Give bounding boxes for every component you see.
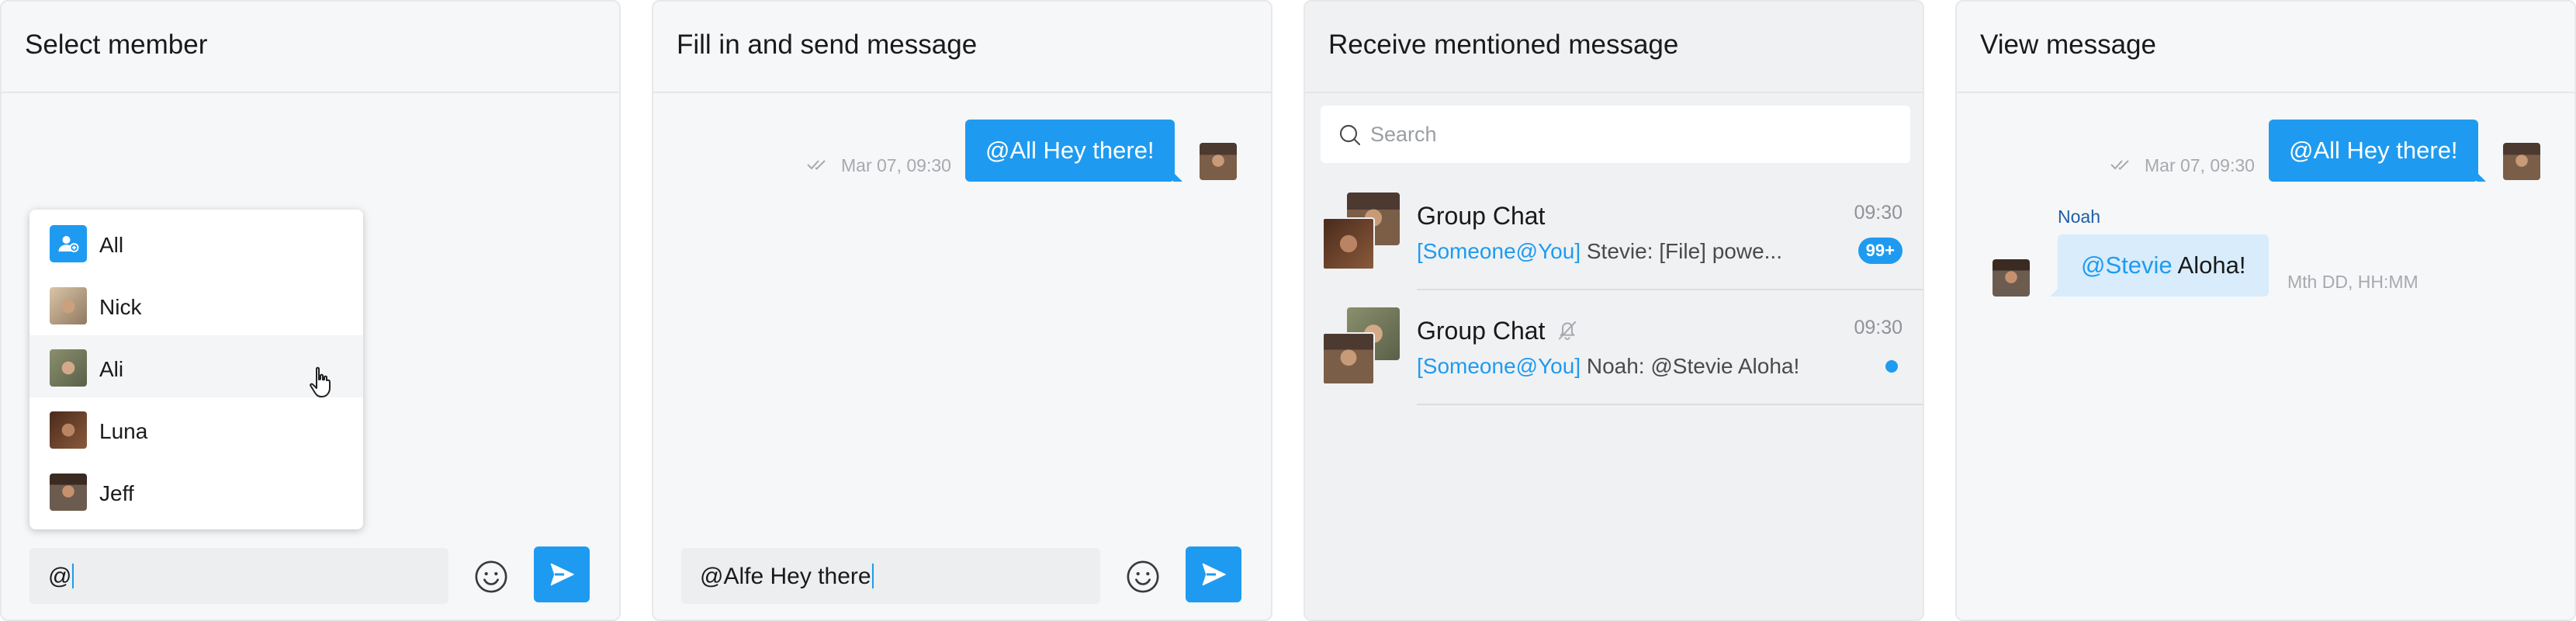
member-label: Jeff xyxy=(99,481,134,505)
received-message-bubble[interactable]: @Stevie Aloha! xyxy=(2049,234,2270,297)
search-placeholder: Search xyxy=(1370,123,1437,146)
avatar xyxy=(1993,259,2030,297)
divider xyxy=(653,92,1271,93)
group-avatar-front xyxy=(1322,332,1375,385)
avatar xyxy=(2503,143,2540,180)
avatar xyxy=(1200,143,1237,180)
text-caret xyxy=(871,564,874,588)
hand-cursor-icon xyxy=(310,366,331,397)
read-receipt-icon xyxy=(807,160,826,170)
fill-send-panel: Fill in and send message Mar 07, 09:30 @… xyxy=(652,0,1272,621)
message-text: Aloha! xyxy=(2172,252,2246,279)
panel-title: Select member xyxy=(25,29,208,60)
input-value: @Alfe Hey there xyxy=(700,564,871,589)
mention-tag: [Someone@You] xyxy=(1417,239,1581,263)
mute-icon xyxy=(1558,321,1577,340)
send-button[interactable] xyxy=(1186,546,1241,602)
unread-badge: 99+ xyxy=(1858,238,1903,264)
message-preview: Stevie: [File] powe... xyxy=(1581,239,1782,263)
message-time: Mth DD, HH:MM xyxy=(2287,272,2418,292)
conversation-item[interactable]: Group Chat [Someone@You] Stevie: [File] … xyxy=(1305,175,1923,290)
divider xyxy=(2,92,619,93)
select-member-panel: Select member All Nick Ali Luna Jeff @ xyxy=(0,0,621,621)
group-avatar-front xyxy=(1322,217,1375,270)
divider xyxy=(1305,92,1923,93)
input-value: @ xyxy=(48,564,72,589)
divider xyxy=(1957,92,2574,93)
conversation-item[interactable]: Group Chat [Someone@You] Noah: @Stevie A… xyxy=(1305,290,1923,405)
conversation-time: 09:30 xyxy=(1854,202,1903,224)
member-label: Ali xyxy=(99,357,124,381)
message-input[interactable]: @Alfe Hey there xyxy=(681,548,1100,604)
member-label: Nick xyxy=(99,295,142,319)
sent-message-bubble[interactable]: @All Hey there! xyxy=(2269,120,2486,182)
read-receipt-icon xyxy=(2110,160,2129,170)
view-message-panel: View message Mar 07, 09:30 @All Hey ther… xyxy=(1955,0,2576,621)
member-label: Luna xyxy=(99,419,148,443)
avatar xyxy=(50,474,87,511)
send-icon xyxy=(1202,563,1226,586)
divider xyxy=(1417,404,1923,405)
avatar xyxy=(50,411,87,449)
avatar xyxy=(50,349,87,387)
search-icon xyxy=(1339,124,1361,146)
member-option-nick[interactable]: Nick xyxy=(29,273,363,335)
emoji-icon[interactable] xyxy=(1125,559,1161,595)
receive-panel: Receive mentioned message Search Group C… xyxy=(1304,0,1924,621)
unread-dot xyxy=(1885,360,1898,373)
mention-link[interactable]: @Stevie xyxy=(2081,252,2173,279)
panel-title: Fill in and send message xyxy=(677,29,978,60)
message-preview: Noah: @Stevie Aloha! xyxy=(1581,354,1800,378)
mention-tag: [Someone@You] xyxy=(1417,354,1581,378)
conversation-time: 09:30 xyxy=(1854,317,1903,338)
send-button[interactable] xyxy=(534,546,590,602)
text-caret xyxy=(72,564,74,588)
sent-message-bubble[interactable]: @All Hey there! xyxy=(965,120,1182,182)
panel-title: Receive mentioned message xyxy=(1328,29,1679,60)
panel-title: View message xyxy=(1980,29,2156,60)
search-input[interactable]: Search xyxy=(1321,106,1910,163)
message-input[interactable]: @ xyxy=(29,548,448,604)
group-icon xyxy=(50,225,87,262)
conversation-name: Group Chat xyxy=(1417,317,1546,345)
avatar xyxy=(50,287,87,324)
member-option-luna[interactable]: Luna xyxy=(29,397,363,460)
member-label: All xyxy=(99,233,124,257)
sender-name: Noah xyxy=(2058,206,2100,227)
message-time: Mar 07, 09:30 xyxy=(2145,155,2255,175)
message-time: Mar 07, 09:30 xyxy=(841,155,951,175)
send-icon xyxy=(550,563,574,586)
member-option-jeff[interactable]: Jeff xyxy=(29,460,363,522)
conversation-name: Group Chat xyxy=(1417,202,1546,230)
emoji-icon[interactable] xyxy=(473,559,509,595)
member-option-all[interactable]: All xyxy=(29,211,363,273)
